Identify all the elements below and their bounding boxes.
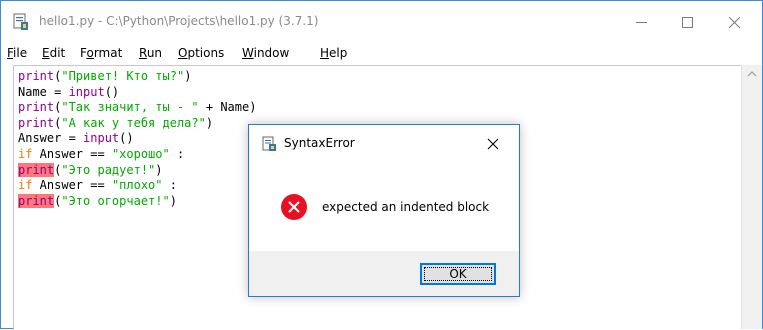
maximize-button[interactable] xyxy=(664,1,710,43)
code-token: Answer == xyxy=(32,178,112,193)
dialog-footer: OK xyxy=(249,251,519,296)
menu-file[interactable]: File xyxy=(7,46,27,60)
code-token: "плохо" xyxy=(111,178,163,193)
code-token: ) xyxy=(155,162,163,177)
ok-button[interactable]: OK xyxy=(420,263,496,285)
code-line[interactable]: if Answer == "хорошо" : xyxy=(18,147,256,163)
dialog-title: SyntaxError xyxy=(284,136,355,150)
code-line[interactable]: print("А как у тебя дела?") xyxy=(18,116,256,132)
menu-help[interactable]: Help xyxy=(320,46,347,60)
error-highlight-token: print xyxy=(18,193,55,208)
code-token: () xyxy=(119,131,134,146)
code-token: Answer = xyxy=(18,131,84,146)
code-token: "Привет! Кто ты?" xyxy=(61,69,185,83)
code-token: : xyxy=(162,178,177,193)
idle-file-icon xyxy=(13,13,28,30)
dialog-title-bar[interactable]: SyntaxError xyxy=(249,125,519,161)
dialog-body: expected an indented block xyxy=(249,161,519,251)
code-token: Answer == xyxy=(32,146,112,161)
title-bar[interactable]: hello1.py - C:\Python\Projects\hello1.py… xyxy=(1,1,762,43)
window-title: hello1.py - C:\Python\Projects\hello1.py… xyxy=(39,14,319,28)
error-message: expected an indented block xyxy=(322,200,490,214)
code-token: print xyxy=(18,115,55,130)
maximize-icon xyxy=(681,16,693,28)
code-token: : xyxy=(169,146,185,161)
code-text[interactable]: print("Привет! Кто ты?") Name = input() pr… xyxy=(18,69,256,209)
code-token: input xyxy=(68,84,105,99)
minimize-icon xyxy=(635,21,647,23)
code-line[interactable]: Answer = input() xyxy=(18,131,256,147)
code-line[interactable]: print("Это огорчает!") xyxy=(18,193,256,210)
minimize-button[interactable] xyxy=(618,1,664,43)
feather-icon xyxy=(262,136,276,151)
error-x-icon xyxy=(281,194,307,220)
code-line[interactable]: print("Так значит, ты - " + Name) xyxy=(18,100,256,116)
code-token: "Это радует!" xyxy=(61,162,156,177)
error-highlight-token: print xyxy=(18,162,55,177)
code-token: if xyxy=(18,146,33,161)
close-icon xyxy=(728,16,740,28)
menu-format[interactable]: Format xyxy=(80,46,122,60)
code-token: () xyxy=(104,84,120,99)
close-icon xyxy=(487,138,499,150)
code-token: ) xyxy=(169,193,177,208)
code-token: Name = xyxy=(18,84,69,99)
code-token: if xyxy=(18,178,33,193)
scroll-up-arrow-icon[interactable] xyxy=(747,70,757,78)
code-line[interactable]: Name = input() xyxy=(18,85,256,101)
menu-options[interactable]: Options xyxy=(178,46,224,60)
dialog-close-button[interactable] xyxy=(481,133,505,155)
code-token: ) xyxy=(184,69,192,83)
close-window-button[interactable] xyxy=(711,1,757,43)
menu-window[interactable]: Window xyxy=(242,46,289,60)
code-token: "хорошо" xyxy=(111,146,170,161)
code-line[interactable]: print("Привет! Кто ты?") xyxy=(18,69,256,85)
code-token: "Так значит, ты - " xyxy=(61,100,199,115)
code-token: print xyxy=(18,69,55,83)
code-token: print xyxy=(18,100,55,115)
code-token: ) xyxy=(205,115,214,130)
code-line[interactable]: if Answer == "плохо" : xyxy=(18,178,256,194)
code-token: + Name) xyxy=(198,100,257,115)
syntax-error-dialog: SyntaxError expected an indented block O… xyxy=(248,124,520,297)
code-token: input xyxy=(83,131,120,146)
menu-bar: File Edit Format Run Options Window Help xyxy=(1,43,762,65)
vertical-scrollbar[interactable] xyxy=(741,65,762,329)
code-line[interactable]: print("Это радует!") xyxy=(18,162,256,179)
menu-edit[interactable]: Edit xyxy=(42,46,65,60)
code-token: "А как у тебя дела?" xyxy=(61,115,206,130)
code-token: "Это огорчает!" xyxy=(61,193,170,208)
menu-run[interactable]: Run xyxy=(139,46,162,60)
